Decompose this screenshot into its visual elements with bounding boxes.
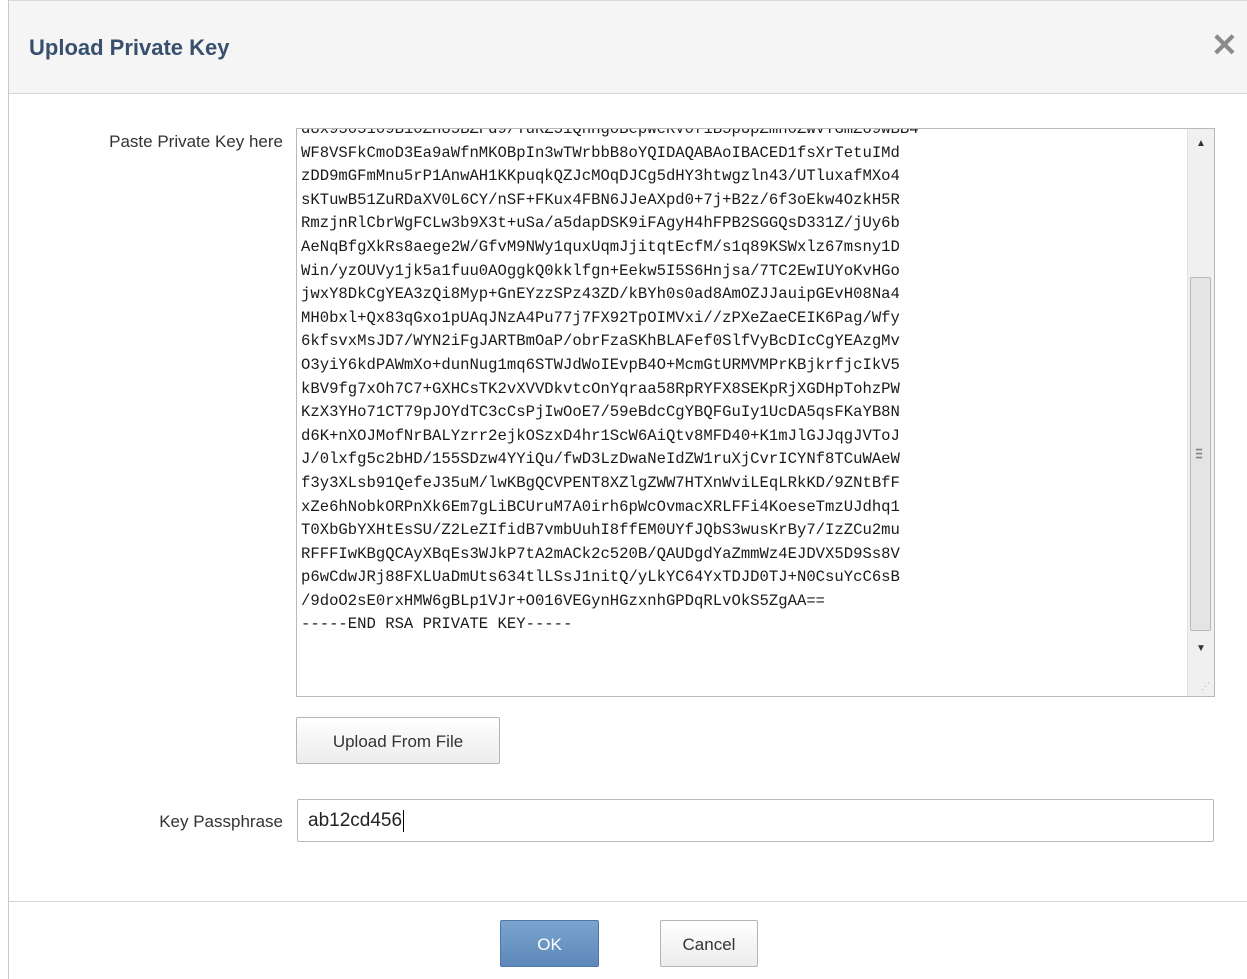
key-passphrase-value: ab12cd456 (308, 810, 403, 831)
resize-handle-icon[interactable]: ⋰ (1201, 681, 1210, 692)
dialog-header: Upload Private Key ✕ (9, 0, 1247, 94)
footer-divider (9, 901, 1247, 902)
key-passphrase-input[interactable]: ab12cd456 (297, 799, 1214, 842)
key-passphrase-label: Key Passphrase (159, 812, 283, 831)
scroll-up-arrow-icon[interactable]: ▲ (1188, 131, 1214, 157)
scrollbar-thumb[interactable]: ━ ━ ━ (1190, 277, 1211, 631)
upload-private-key-dialog: Upload Private Key ✕ Paste Private Key h… (8, 0, 1247, 979)
ok-button[interactable]: OK (500, 920, 599, 967)
private-key-label: Paste Private Key here (109, 132, 283, 151)
upload-from-file-button[interactable]: Upload From File (296, 717, 500, 764)
private-key-textarea[interactable]: d8x9505109B10ZH85BZFd9/TuRZ5iQhHgoBepWeR… (296, 128, 1215, 697)
scroll-down-arrow-icon[interactable]: ▼ (1188, 636, 1214, 662)
private-key-text[interactable]: d8x9505109B10ZH85BZFd9/TuRZ5iQhHgoBepWeR… (301, 129, 1186, 637)
cancel-button[interactable]: Cancel (660, 920, 758, 967)
scrollbar-grip-icon: ━ ━ ━ (1196, 445, 1203, 464)
close-icon[interactable]: ✕ (1211, 29, 1238, 61)
dialog-title: Upload Private Key (29, 35, 230, 60)
text-caret (403, 809, 405, 832)
textarea-scrollbar[interactable]: ▲ ━ ━ ━ ▼ (1187, 129, 1214, 696)
background-edge (0, 0, 8, 979)
